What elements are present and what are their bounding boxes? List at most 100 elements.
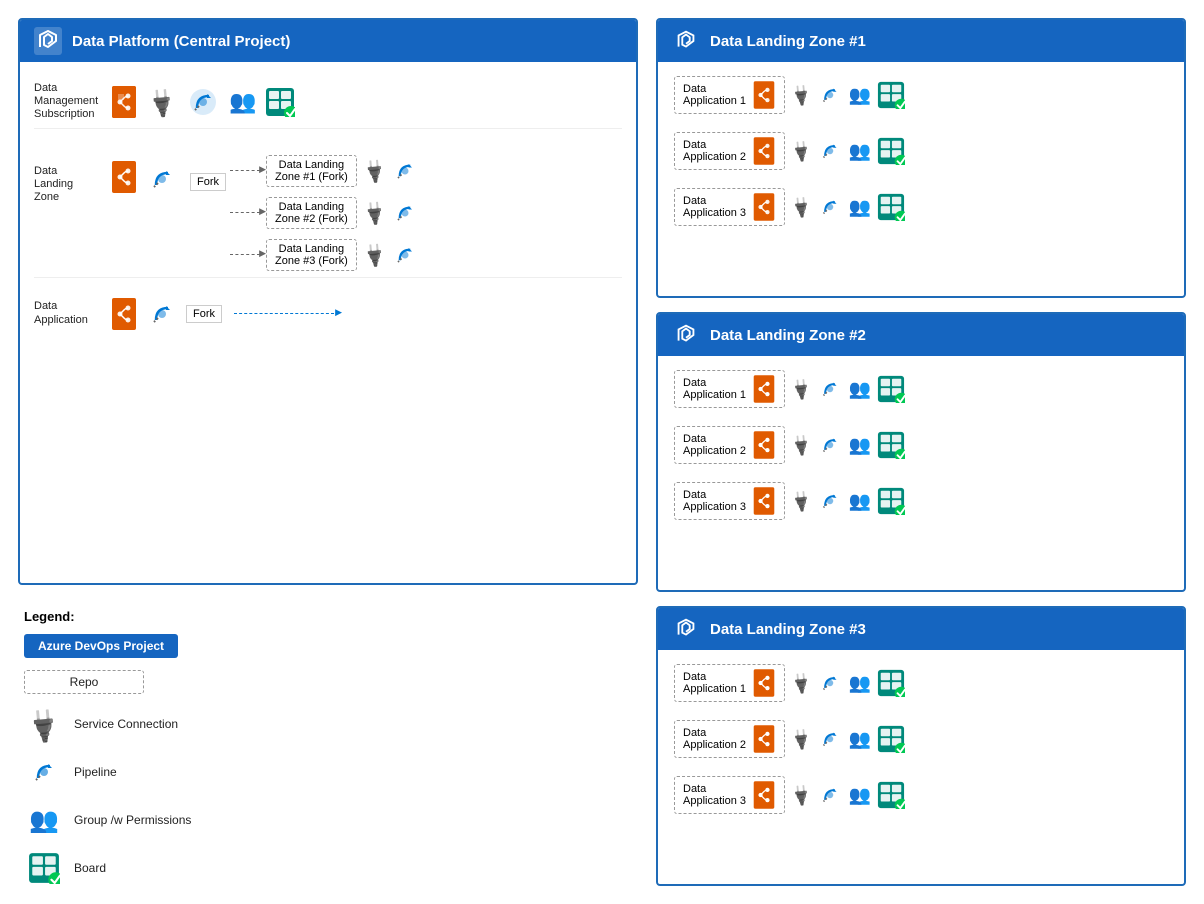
fork-label-1: Fork [190, 173, 226, 191]
sc-after-fork-3: 🔌 [359, 239, 390, 269]
central-project-content: Data Management Subscription [20, 62, 636, 350]
legend: Legend: Azure DevOps Project Repo 🔌 Serv… [18, 599, 638, 886]
board-icon-1 [265, 87, 295, 117]
lz3-app3-board [877, 781, 905, 809]
pipeline-icon-3 [146, 298, 178, 330]
fork-target-row-3: ▶ Data Landing Zone #3 (Fork) 🔌 [230, 239, 419, 271]
lz2-app3-label: Data Application 3 [683, 489, 746, 513]
legend-group-icon: 👥 [24, 802, 64, 838]
pipeline-after-fork-1 [391, 157, 419, 185]
lz2-app2-label: Data Application 2 [683, 433, 746, 457]
legend-item-azure: Azure DevOps Project [24, 634, 632, 658]
legend-pipeline-icon [24, 754, 64, 790]
lz2-content: Data Application 1 🔌 👥 Data Application … [658, 356, 1184, 534]
lz1-content: Data Application 1 🔌 👥 Data Application … [658, 62, 1184, 240]
legend-sc-label: Service Connection [74, 717, 178, 731]
lz2-app3-sc: 🔌 [787, 487, 815, 515]
lz1-app1-sc: 🔌 [787, 81, 815, 109]
lz3-app1-board [877, 669, 905, 697]
ado-header-icon [34, 27, 62, 55]
group-icon-1: 👥 [229, 89, 256, 115]
repo-icon-2 [110, 163, 138, 191]
lz3-ado-icon [672, 615, 700, 643]
lz3-app3-group: 👥 [849, 785, 871, 806]
lz1-app1-row: Data Application 1 🔌 👥 [668, 72, 1174, 118]
legend-item-repo: Repo [24, 670, 632, 694]
landing-zone-2: Data Landing Zone #2 Data Application 1 … [656, 312, 1186, 592]
repo-icon-1 [110, 88, 138, 116]
lz2-app3-pipeline [817, 488, 843, 514]
lz1-app3-label: Data Application 3 [683, 195, 746, 219]
lz1-app2-group: 👥 [849, 141, 871, 162]
lz2-app1-sc: 🔌 [787, 375, 815, 403]
legend-item-board: Board [24, 850, 632, 886]
sc-after-fork-1: 🔌 [359, 155, 390, 185]
fork-arrow-long: ▶ [234, 313, 334, 314]
right-panel: Data Landing Zone #1 Data Application 1 … [656, 18, 1186, 886]
lz2-app1-group: 👥 [849, 379, 871, 400]
legend-sc-icon: 🔌 [17, 697, 71, 750]
lz3-app3-row: Data Application 3 🔌 👥 [668, 772, 1174, 818]
fork-target-box-2: Data Landing Zone #2 (Fork) [266, 197, 357, 229]
lz2-app1-board [877, 375, 905, 403]
lz1-app3-row: Data Application 3 🔌 👥 [668, 184, 1174, 230]
legend-board-icon [24, 850, 64, 886]
lz1-app2-row: Data Application 2 🔌 👥 [668, 128, 1174, 174]
lz2-app2-sc: 🔌 [787, 431, 815, 459]
lz2-app3-group: 👥 [849, 491, 871, 512]
lz3-app2-label: Data Application 2 [683, 727, 746, 751]
lz3-app3-pipeline [817, 782, 843, 808]
lz3-app1-sc: 🔌 [787, 669, 815, 697]
lz2-app2-board [877, 431, 905, 459]
lz1-app3-box: Data Application 3 [674, 188, 785, 226]
lz3-app3-label: Data Application 3 [683, 783, 746, 807]
data-landing-zone-row: Data Landing Zone [34, 143, 622, 278]
landing-zone-3: Data Landing Zone #3 Data Application 1 … [656, 606, 1186, 886]
data-management-row: Data Management Subscription [34, 76, 622, 129]
sc-after-fork-2: 🔌 [359, 197, 390, 227]
lz3-app2-pipeline [817, 726, 843, 752]
lz2-app1-row: Data Application 1 🔌 👥 [668, 366, 1174, 412]
landing-zone-1-header: Data Landing Zone #1 [658, 20, 1184, 62]
pipeline-icon-2 [146, 163, 178, 195]
legend-azure-btn: Azure DevOps Project [24, 634, 178, 658]
lz1-app1-box: Data Application 1 [674, 76, 785, 114]
lz1-app3-pipeline [817, 194, 843, 220]
landing-zone-3-header: Data Landing Zone #3 [658, 608, 1184, 650]
lz1-app1-label: Data Application 1 [683, 83, 746, 107]
central-project-title: Data Platform (Central Project) [72, 33, 290, 50]
lz3-app2-group: 👥 [849, 729, 871, 750]
lz1-app2-pipeline [817, 138, 843, 164]
data-landing-zone-label: Data Landing Zone [34, 165, 102, 205]
lz3-app1-row: Data Application 1 🔌 👥 [668, 660, 1174, 706]
landing-zone-2-title: Data Landing Zone #2 [710, 327, 866, 344]
lz2-ado-icon [672, 321, 700, 349]
lz1-ado-icon [672, 27, 700, 55]
lz3-content: Data Application 1 🔌 👥 Data Application … [658, 650, 1184, 828]
lz2-app2-group: 👥 [849, 435, 871, 456]
legend-pipeline-label: Pipeline [74, 765, 117, 779]
pipeline-after-fork-2 [391, 199, 419, 227]
pipeline-after-fork-3 [391, 241, 419, 269]
service-connection-icon-1: 🔌 [143, 83, 181, 121]
fork-target-row-2: ▶ Data Landing Zone #2 (Fork) 🔌 [230, 197, 419, 229]
legend-title: Legend: [24, 609, 632, 624]
legend-items: Azure DevOps Project Repo 🔌 Service Conn… [24, 634, 632, 886]
lz1-app2-label: Data Application 2 [683, 139, 746, 163]
lz3-app1-label: Data Application 1 [683, 671, 746, 695]
lz3-app2-sc: 🔌 [787, 725, 815, 753]
pipeline-icon-1 [187, 86, 219, 118]
lz1-app2-box: Data Application 2 [674, 132, 785, 170]
lz3-app3-sc: 🔌 [787, 781, 815, 809]
landing-zone-1: Data Landing Zone #1 Data Application 1 … [656, 18, 1186, 298]
lz1-app1-board [877, 81, 905, 109]
legend-item-group: 👥 Group /w Permissions [24, 802, 632, 838]
lz2-app1-pipeline [817, 376, 843, 402]
data-management-label: Data Management Subscription [34, 82, 102, 122]
fork-target-box-1: Data Landing Zone #1 (Fork) [266, 155, 357, 187]
lz3-app1-pipeline [817, 670, 843, 696]
lz1-app3-group: 👥 [849, 197, 871, 218]
landing-zone-3-title: Data Landing Zone #3 [710, 621, 866, 638]
lz2-app1-label: Data Application 1 [683, 377, 746, 401]
main-container: Data Platform (Central Project) Data Man… [0, 0, 1204, 904]
